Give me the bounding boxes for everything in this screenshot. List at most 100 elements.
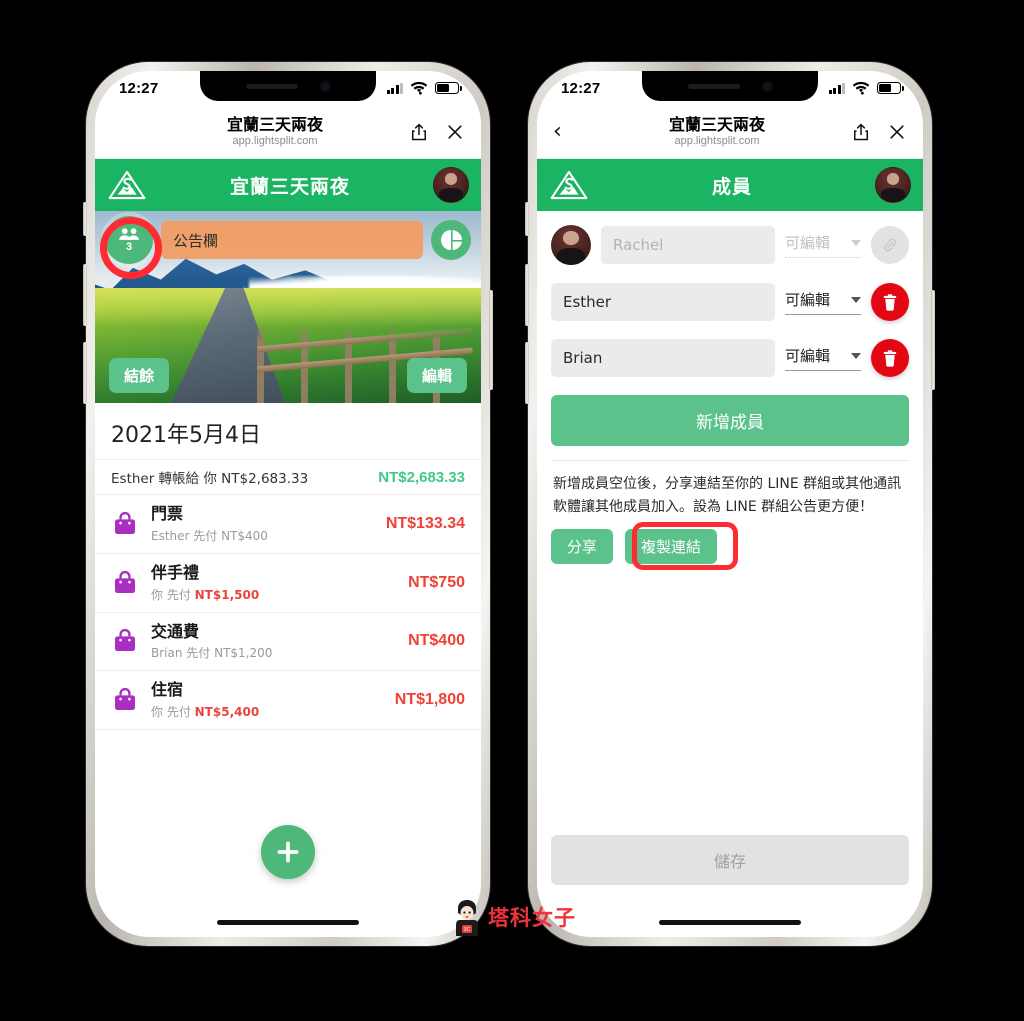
- share-icon[interactable]: [851, 121, 871, 143]
- earpiece-speaker: [245, 83, 298, 89]
- transfer-text: Esther 轉帳給 你 NT$2,683.33: [111, 471, 309, 487]
- transfer-row[interactable]: Esther 轉帳給 你 NT$2,683.33 NT$2,683.33: [95, 459, 481, 494]
- delete-member-button[interactable]: [871, 283, 909, 321]
- lightsplit-logo-icon[interactable]: [549, 168, 589, 202]
- member-avatar[interactable]: [551, 225, 591, 265]
- table-row[interactable]: 交通費 Brian 先付 NT$1,200 NT$400: [95, 611, 481, 671]
- status-indicators: [828, 77, 904, 99]
- browser-title-block: 宜蘭三天兩夜 app.lightsplit.com: [583, 114, 851, 148]
- svg-text:3C: 3C: [464, 927, 471, 933]
- edit-button[interactable]: 編輯: [406, 358, 467, 393]
- app-header-title: 宜蘭三天兩夜: [229, 175, 350, 198]
- copy-link-button[interactable]: 複製連結: [625, 529, 718, 565]
- expense-amount: NT$1,800: [394, 691, 465, 709]
- member-row: 可編輯: [551, 339, 909, 377]
- home-indicator: [659, 920, 801, 925]
- status-time: 12:27: [119, 79, 159, 97]
- silent-switch[interactable]: [525, 202, 529, 236]
- table-row[interactable]: 門票 Esther 先付 NT$400 NT$133.34: [95, 494, 481, 553]
- trash-icon: [883, 349, 897, 367]
- browser-bar: ‹ 宜蘭三天兩夜 app.lightsplit.com: [537, 105, 923, 159]
- app-header: 宜蘭三天兩夜: [95, 159, 481, 211]
- share-button[interactable]: 分享: [551, 529, 614, 565]
- table-row[interactable]: 住宿 你 先付 NT$5,400 NT$1,800: [95, 670, 481, 729]
- expense-info: 住宿 你 先付 NT$5,400: [151, 680, 383, 720]
- trash-icon: [883, 293, 897, 311]
- expense-payer: Brian 先付 NT$1,200: [151, 646, 273, 661]
- member-permission-label: 可編輯: [785, 291, 831, 309]
- avatar[interactable]: [875, 167, 911, 203]
- members-count-button[interactable]: 3: [105, 216, 153, 264]
- expense-rows: 門票 Esther 先付 NT$400 NT$133.34 伴手禮 你 先付 N…: [95, 494, 481, 729]
- balance-button[interactable]: 結餘: [109, 358, 170, 393]
- close-icon[interactable]: [445, 121, 465, 143]
- status-time: 12:27: [561, 79, 601, 97]
- expense-amount: NT$750: [408, 573, 465, 591]
- member-permission-select[interactable]: 可編輯: [785, 289, 861, 315]
- member-name-input[interactable]: [601, 226, 775, 264]
- power-button[interactable]: [931, 290, 935, 390]
- front-camera-icon: [761, 80, 773, 92]
- left-phone-screen: 12:27 宜蘭三天兩夜 app.lightsplit.com 宜蘭三天兩夜 3…: [95, 71, 481, 937]
- share-icon[interactable]: [409, 121, 429, 143]
- status-indicators: [386, 77, 462, 99]
- table-row[interactable]: 伴手禮 你 先付 NT$1,500 NT$750: [95, 552, 481, 612]
- announcement-field[interactable]: 公告欄: [161, 221, 423, 259]
- expense-payer: 你 先付 NT$1,500: [151, 587, 260, 602]
- chevron-down-icon: [851, 352, 861, 359]
- member-permission-select[interactable]: 可編輯: [785, 345, 861, 371]
- watermark-text: 塔科女子: [488, 906, 576, 930]
- member-permission-label: 可編輯: [785, 234, 831, 252]
- members-panel: 可編輯 可編輯 可編輯 新增成員 新增成員空位後，分享連結至你的 LINE: [537, 211, 923, 571]
- add-expense-button[interactable]: [261, 825, 315, 879]
- share-button-group: 分享 複製連結: [551, 522, 909, 571]
- avatar[interactable]: [433, 167, 469, 203]
- people-icon: [119, 228, 139, 240]
- transaction-list: 2021年5月4日 Esther 轉帳給 你 NT$2,683.33 NT$2,…: [95, 403, 481, 731]
- close-icon[interactable]: [887, 121, 907, 143]
- browser-title-block: 宜蘭三天兩夜 app.lightsplit.com: [141, 114, 409, 148]
- browser-page-title: 宜蘭三天兩夜: [226, 114, 323, 134]
- volume-up-button[interactable]: [83, 264, 87, 326]
- save-button[interactable]: 儲存: [551, 835, 909, 885]
- list-date-header: 2021年5月4日: [111, 423, 261, 448]
- volume-up-button[interactable]: [525, 264, 529, 326]
- delete-member-button[interactable]: [871, 339, 909, 377]
- battery-icon: [877, 82, 904, 94]
- notice-row: 3 公告欄: [95, 216, 481, 264]
- add-member-button[interactable]: 新增成員: [551, 395, 909, 446]
- statistics-button[interactable]: [431, 220, 471, 260]
- expense-title: 交通費: [151, 621, 200, 641]
- shopping-bag-icon: [114, 570, 136, 593]
- power-button[interactable]: [489, 290, 493, 390]
- hero-buttons: 結餘 編輯: [95, 358, 481, 393]
- cellular-signal-icon: [386, 82, 403, 94]
- earpiece-speaker: [687, 83, 740, 89]
- browser-url: app.lightsplit.com: [232, 135, 318, 148]
- browser-page-title: 宜蘭三天兩夜: [668, 114, 765, 134]
- member-row: 可編輯: [551, 225, 909, 265]
- expense-amount: NT$400: [408, 632, 465, 650]
- trip-hero-image: 3 公告欄 結餘 編輯: [95, 211, 481, 403]
- browser-bar: 宜蘭三天兩夜 app.lightsplit.com: [95, 105, 481, 159]
- member-name-input[interactable]: [551, 339, 775, 377]
- app-header-title: 成員: [711, 175, 752, 198]
- member-name-input[interactable]: [551, 283, 775, 321]
- browser-back-button[interactable]: ‹: [553, 120, 583, 143]
- member-permission-select[interactable]: 可編輯: [785, 232, 861, 258]
- silent-switch[interactable]: [83, 202, 87, 236]
- volume-down-button[interactable]: [83, 342, 87, 404]
- cellular-signal-icon: [828, 82, 845, 94]
- front-camera-icon: [319, 80, 331, 92]
- left-phone-frame: 12:27 宜蘭三天兩夜 app.lightsplit.com 宜蘭三天兩夜 3…: [83, 62, 493, 946]
- lightsplit-logo-icon[interactable]: [107, 168, 147, 202]
- unlink-member-button[interactable]: [871, 226, 909, 264]
- member-rows: 可編輯 可編輯 可編輯: [551, 225, 909, 377]
- browser-url: app.lightsplit.com: [674, 135, 760, 148]
- chevron-down-icon: [851, 296, 861, 303]
- members-count: 3: [125, 241, 133, 253]
- volume-down-button[interactable]: [525, 342, 529, 404]
- home-indicator: [217, 920, 359, 925]
- expense-title: 門票: [151, 504, 184, 523]
- expense-title: 伴手禮: [151, 562, 200, 582]
